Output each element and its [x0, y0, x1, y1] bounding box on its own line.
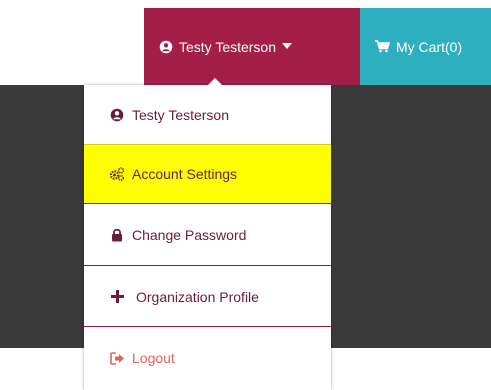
menu-item-account-settings[interactable]: Account Settings: [84, 144, 331, 204]
shopping-cart-icon: [375, 40, 390, 53]
menu-item-label: Logout: [132, 350, 175, 366]
cart-button[interactable]: My Cart(0): [360, 8, 491, 85]
user-menu-toggle[interactable]: Testy Testerson: [144, 8, 360, 85]
menu-item-label: Organization Profile: [136, 288, 259, 305]
caret-down-icon: [282, 43, 293, 50]
menu-item-label: Testy Testerson: [132, 106, 230, 123]
menu-item-user-profile[interactable]: Testy Testerson: [84, 85, 331, 144]
menu-item-change-password[interactable]: Change Password: [84, 205, 331, 266]
menu-item-logout[interactable]: Logout: [84, 328, 331, 388]
lock-icon: [108, 228, 126, 242]
menu-item-organization-profile[interactable]: Organization Profile: [84, 267, 331, 327]
gears-icon: [108, 167, 126, 181]
plus-icon: [108, 290, 126, 303]
cart-label: My Cart(0): [396, 38, 463, 55]
user-menu-label: Testy Testerson: [179, 38, 277, 55]
sign-out-icon: [108, 351, 126, 365]
menu-item-label: Change Password: [132, 227, 247, 243]
user-circle-icon: [159, 40, 173, 54]
menu-item-label: Account Settings: [132, 166, 238, 182]
user-circle-icon: [108, 108, 126, 122]
user-dropdown-menu: Testy Testerson Account Settings Change …: [84, 78, 331, 390]
